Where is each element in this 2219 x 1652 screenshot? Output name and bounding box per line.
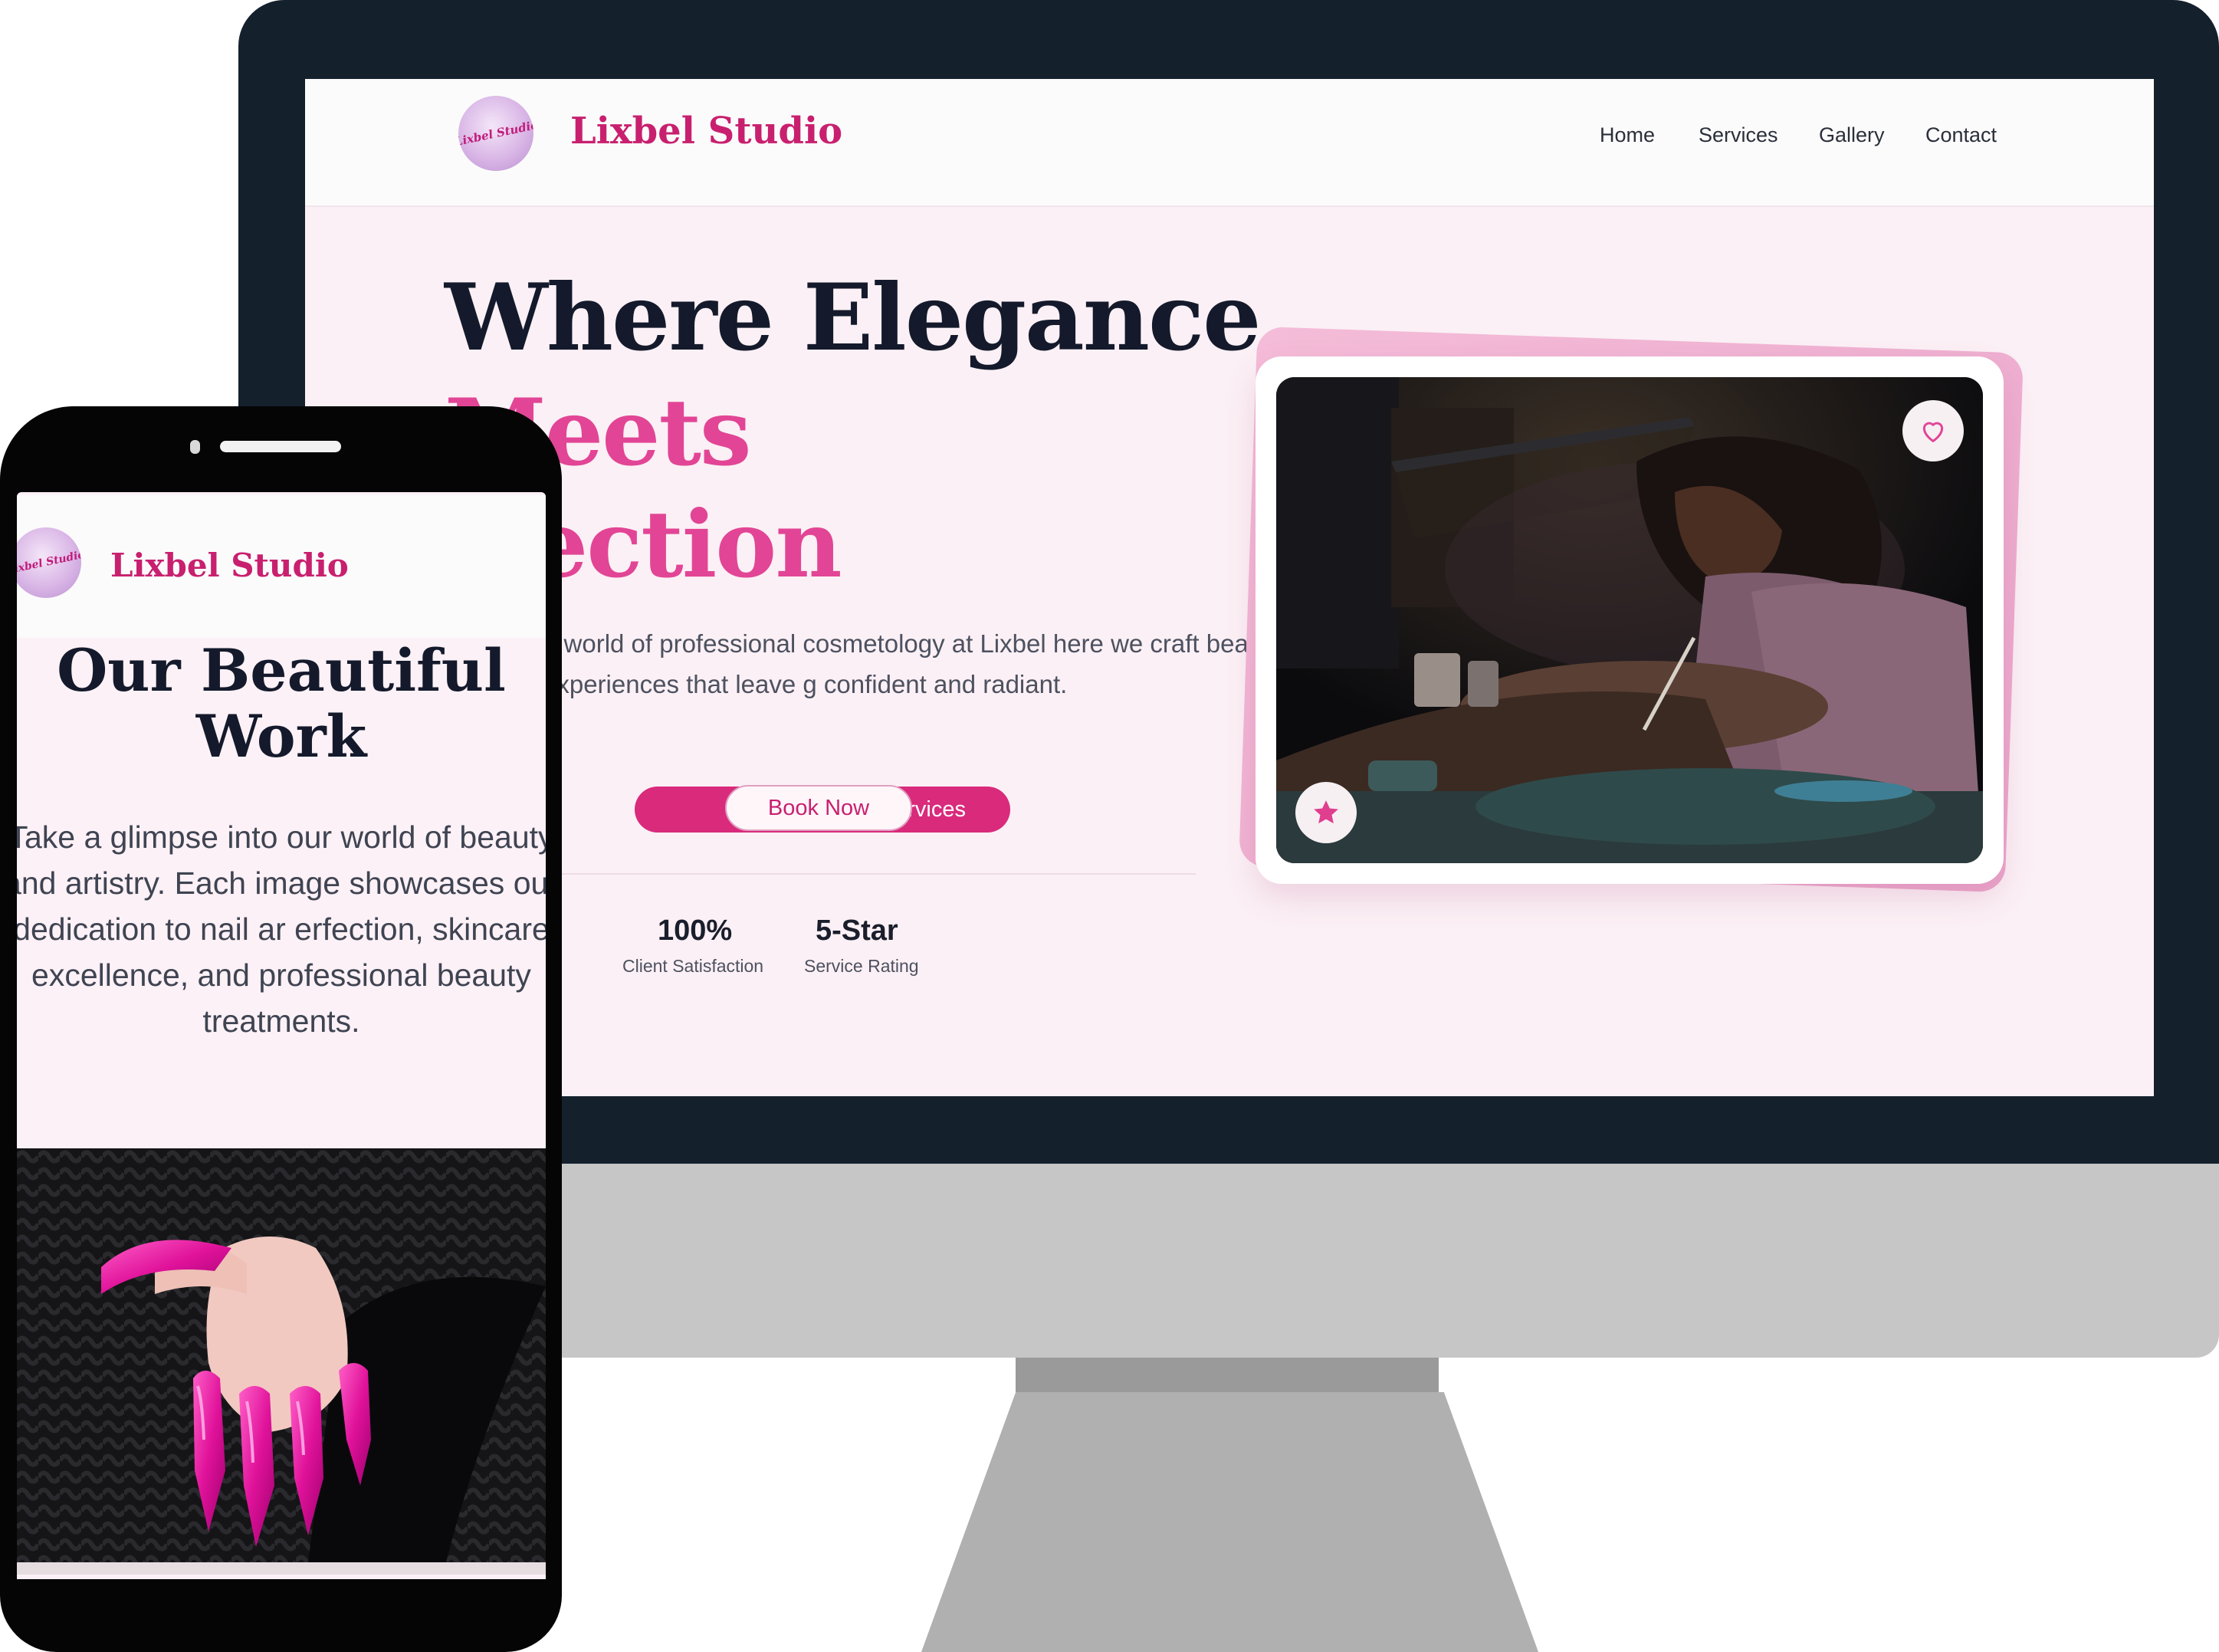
site-header: Lixbel Studio Lixbel Studio Home Service… (305, 79, 2154, 207)
rating-badge (1295, 782, 1357, 843)
star-icon (1314, 800, 1338, 824)
heart-icon (1922, 422, 1944, 442)
logo-script-text: Lixbel Studio (458, 117, 533, 149)
desktop-screen: Lixbel Studio Lixbel Studio Home Service… (305, 79, 2154, 1096)
brand-name[interactable]: Lixbel Studio (570, 110, 842, 153)
phone-camera (190, 440, 200, 454)
mobile-brand-logo[interactable]: Lixbel Studio (17, 527, 81, 598)
phone-speaker (220, 441, 341, 452)
nav-home[interactable]: Home (1600, 123, 1655, 147)
hero-divider (550, 873, 1196, 875)
gallery-image-pink-nails[interactable] (17, 1148, 546, 1562)
monitor-stand-neck (1016, 1358, 1439, 1392)
logo-script-text: Lixbel Studio (17, 548, 81, 577)
nav-gallery[interactable]: Gallery (1819, 123, 1885, 147)
gallery-section-description: Take a glimpse into our world of beauty … (17, 819, 546, 1039)
phone-screen: Lixbel Studio Lixbel Studio Our Beautifu… (17, 492, 546, 1579)
stat-value-satisfaction: 100% (658, 915, 733, 947)
mobile-header: Lixbel Studio Lixbel Studio (17, 495, 546, 638)
mobile-brand-name[interactable]: Lixbel Studio (110, 547, 349, 584)
hero-photo-nail-technician (1276, 377, 1983, 863)
hero-heading-line-1: Where Elegance (445, 264, 1261, 372)
monitor-stand (921, 1392, 1538, 1652)
nav-contact[interactable]: Contact (1925, 123, 1997, 147)
favorite-button[interactable] (1902, 400, 1964, 461)
nav-services[interactable]: Services (1699, 123, 1778, 147)
stat-label-rating: Service Rating (804, 956, 919, 976)
mobile-page-strip (17, 1562, 546, 1575)
brand-logo[interactable]: Lixbel Studio (458, 96, 533, 171)
stat-label-satisfaction: Client Satisfaction (622, 956, 764, 976)
gallery-section-title: Our Beautiful Work (57, 636, 506, 770)
stat-value-rating: 5-Star (816, 915, 898, 947)
book-now-button[interactable]: Book Now (725, 785, 912, 831)
